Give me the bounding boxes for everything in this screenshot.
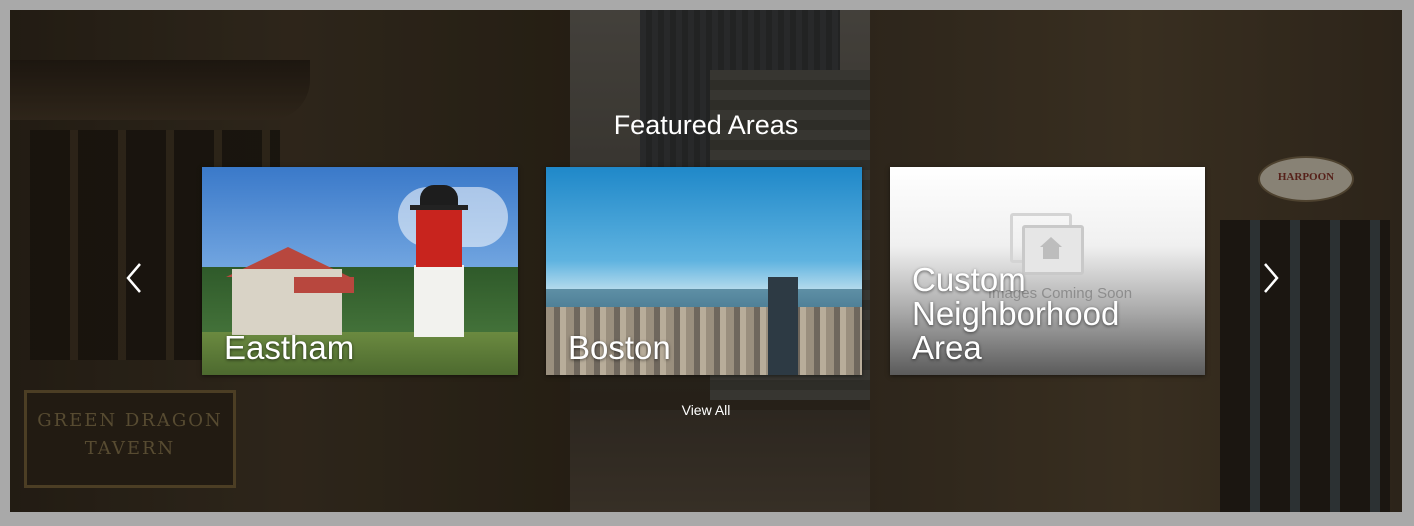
chevron-left-icon[interactable]: [120, 258, 150, 298]
view-all-link[interactable]: View All: [10, 402, 1402, 418]
section-title: Featured Areas: [613, 110, 799, 140]
area-card-eastham[interactable]: Eastham: [202, 167, 518, 375]
area-card-custom-neighborhood[interactable]: Images Coming Soon Custom Neighborhood A…: [890, 167, 1205, 375]
chevron-right-icon[interactable]: [1255, 258, 1285, 298]
card-label: Custom Neighborhood Area: [912, 261, 1120, 366]
card-label: Boston: [568, 329, 671, 366]
area-card-boston[interactable]: Boston: [546, 167, 862, 375]
card-label: Eastham: [224, 329, 355, 366]
featured-areas-banner: GREEN DRAGON TAVERN HARPOON Featured Are…: [10, 10, 1402, 512]
